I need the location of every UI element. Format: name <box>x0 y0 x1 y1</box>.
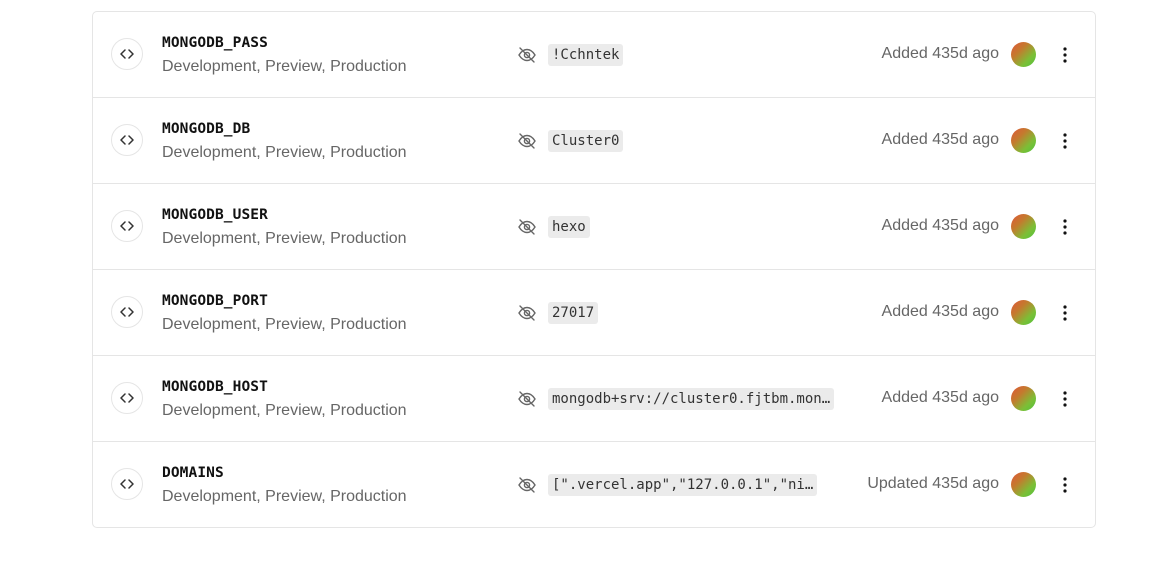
avatar <box>1011 42 1036 67</box>
variable-key: MONGODB_USER <box>162 207 268 223</box>
env-variable-row: MONGODB_HOST Development, Preview, Produ… <box>93 355 1095 441</box>
env-variable-row: MONGODB_USER Development, Preview, Produ… <box>93 183 1095 269</box>
variable-key: DOMAINS <box>162 465 224 481</box>
variable-key: MONGODB_DB <box>162 121 251 137</box>
env-variable-row: DOMAINS Development, Preview, Production… <box>93 441 1095 527</box>
eye-off-icon[interactable] <box>516 388 538 410</box>
variable-added-time: Added 435d ago <box>881 45 999 62</box>
variable-value: 27017 <box>548 302 599 324</box>
variable-value: !Cchntek <box>548 44 624 66</box>
code-icon <box>111 124 143 156</box>
more-vertical-icon[interactable] <box>1053 472 1077 498</box>
variable-value: hexo <box>548 216 590 238</box>
avatar <box>1011 128 1036 153</box>
variable-key: MONGODB_HOST <box>162 379 268 395</box>
more-vertical-icon[interactable] <box>1053 300 1077 326</box>
eye-off-icon[interactable] <box>516 474 538 496</box>
variable-added-time: Added 435d ago <box>881 303 999 320</box>
eye-off-icon[interactable] <box>516 44 538 66</box>
eye-off-icon[interactable] <box>516 302 538 324</box>
code-icon <box>111 38 143 70</box>
more-vertical-icon[interactable] <box>1053 214 1077 240</box>
variable-environments: Development, Preview, Production <box>162 58 407 75</box>
variable-value: Cluster0 <box>548 130 624 152</box>
more-vertical-icon[interactable] <box>1053 42 1077 68</box>
code-icon <box>111 210 143 242</box>
code-icon <box>111 468 143 500</box>
more-vertical-icon[interactable] <box>1053 128 1077 154</box>
code-icon <box>111 296 143 328</box>
avatar <box>1011 300 1036 325</box>
variable-environments: Development, Preview, Production <box>162 402 407 419</box>
variable-value: [".vercel.app","127.0.0.1","ni… <box>548 474 818 496</box>
variable-environments: Development, Preview, Production <box>162 488 407 505</box>
env-variable-row: MONGODB_DB Development, Preview, Product… <box>93 97 1095 183</box>
variable-added-time: Added 435d ago <box>881 389 999 406</box>
variable-environments: Development, Preview, Production <box>162 144 407 161</box>
variable-added-time: Added 435d ago <box>881 217 999 234</box>
code-icon <box>111 382 143 414</box>
avatar <box>1011 214 1036 239</box>
eye-off-icon[interactable] <box>516 130 538 152</box>
variable-updated-time: Updated 435d ago <box>867 475 999 492</box>
env-variable-list: MONGODB_PASS Development, Preview, Produ… <box>92 11 1096 528</box>
avatar <box>1011 472 1036 497</box>
avatar <box>1011 386 1036 411</box>
env-variable-row: MONGODB_PASS Development, Preview, Produ… <box>93 12 1095 97</box>
variable-key: MONGODB_PASS <box>162 35 268 51</box>
variable-environments: Development, Preview, Production <box>162 316 407 333</box>
variable-key: MONGODB_PORT <box>162 293 268 309</box>
variable-value: mongodb+srv://cluster0.fjtbm.mon… <box>548 388 835 410</box>
eye-off-icon[interactable] <box>516 216 538 238</box>
variable-added-time: Added 435d ago <box>881 131 999 148</box>
more-vertical-icon[interactable] <box>1053 386 1077 412</box>
env-variable-row: MONGODB_PORT Development, Preview, Produ… <box>93 269 1095 355</box>
variable-environments: Development, Preview, Production <box>162 230 407 247</box>
